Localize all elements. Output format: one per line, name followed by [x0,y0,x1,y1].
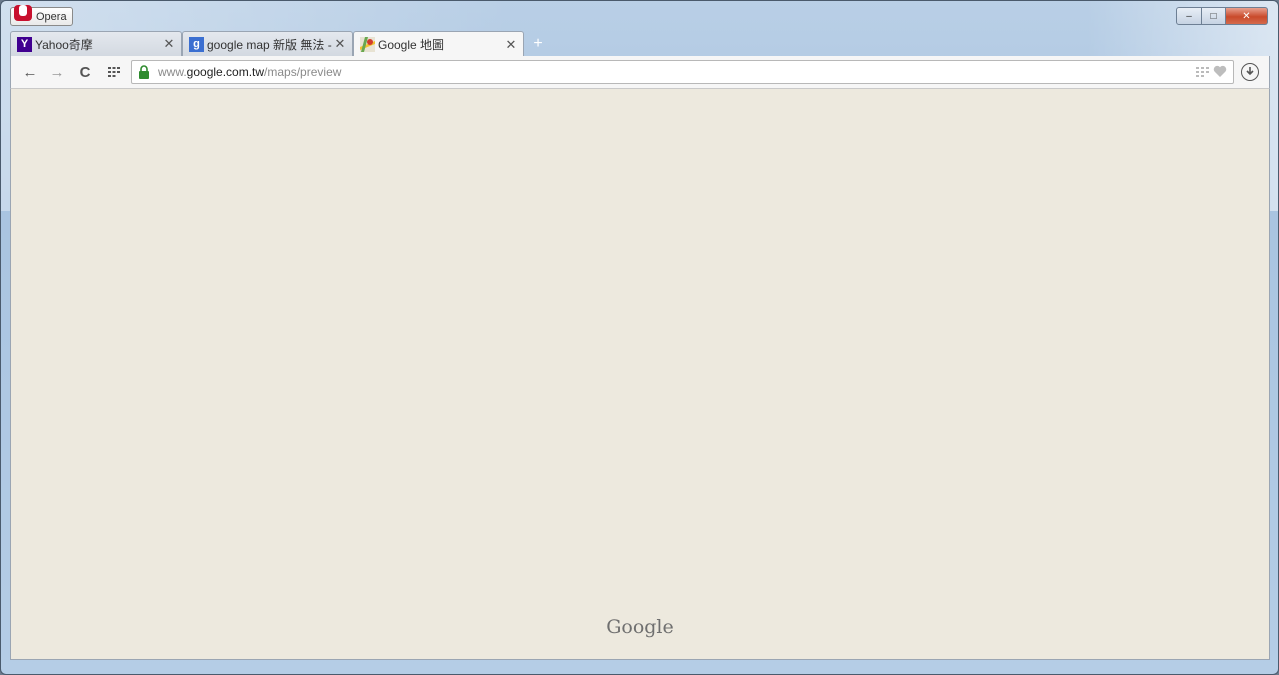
opera-logo-icon [13,5,33,22]
tab-title: Google 地圖 [378,38,445,52]
url-text: www.google.com.tw/maps/preview [158,65,341,79]
url-path: /maps/preview [264,65,342,79]
forward-arrow-icon: → [49,63,65,81]
window-controls: – □ ✕ [1176,7,1268,25]
url-prefix: www. [158,65,187,79]
forward-button[interactable]: → [47,63,67,81]
minimize-icon: – [1186,10,1192,22]
speed-dial-button[interactable] [104,63,124,81]
tab-yahoo[interactable]: Y Yahoo奇摩 ✕ [10,31,182,56]
tab-title: Yahoo奇摩 [35,37,93,52]
yahoo-icon: Y [17,36,32,52]
google-maps-icon [360,37,375,52]
tab-close-icon[interactable]: ✕ [332,36,348,52]
address-bar[interactable]: www.google.com.tw/maps/preview [131,60,1234,84]
grid-icon [108,67,120,77]
maximize-button[interactable]: □ [1202,7,1226,25]
toolbar: ← → C www.google.com.tw/maps/preview [10,56,1270,89]
tab-close-icon[interactable]: ✕ [503,37,519,53]
browser-window: Opera – □ ✕ Y Yahoo奇摩 ✕ g google map 新版 … [0,0,1279,675]
minimize-button[interactable]: – [1176,7,1202,25]
tab-google-map-search[interactable]: g google map 新版 無法 - G ✕ [182,31,353,56]
maximize-icon: □ [1210,10,1217,22]
google-plus-icon: g [189,36,204,52]
discover-grid-icon[interactable] [1196,66,1209,77]
tab-google-maps[interactable]: Google 地圖 ✕ [353,31,524,57]
tab-strip: Y Yahoo奇摩 ✕ g google map 新版 無法 - G ✕ Goo… [10,31,1270,57]
tab-title: google map 新版 無法 - G [207,37,332,52]
tab-close-icon[interactable]: ✕ [161,36,177,52]
opera-menu-label: Opera [36,10,67,23]
google-logo: Google [606,616,674,638]
new-tab-button[interactable]: + [530,35,546,52]
lock-icon [139,65,149,79]
back-arrow-icon: ← [22,63,38,81]
address-bar-actions [1196,65,1227,78]
plus-icon: + [533,35,543,52]
back-button[interactable]: ← [20,63,40,81]
reload-icon: C [79,63,91,81]
download-arrow-icon [1246,67,1254,76]
downloads-button[interactable] [1241,63,1259,81]
heart-icon[interactable] [1213,65,1227,78]
reload-button[interactable]: C [75,63,95,81]
page-content[interactable]: Google [10,89,1270,660]
opera-menu-button[interactable]: Opera [10,5,73,26]
close-icon: ✕ [1242,10,1251,22]
close-window-button[interactable]: ✕ [1226,7,1268,25]
url-host: google.com.tw [186,65,265,79]
